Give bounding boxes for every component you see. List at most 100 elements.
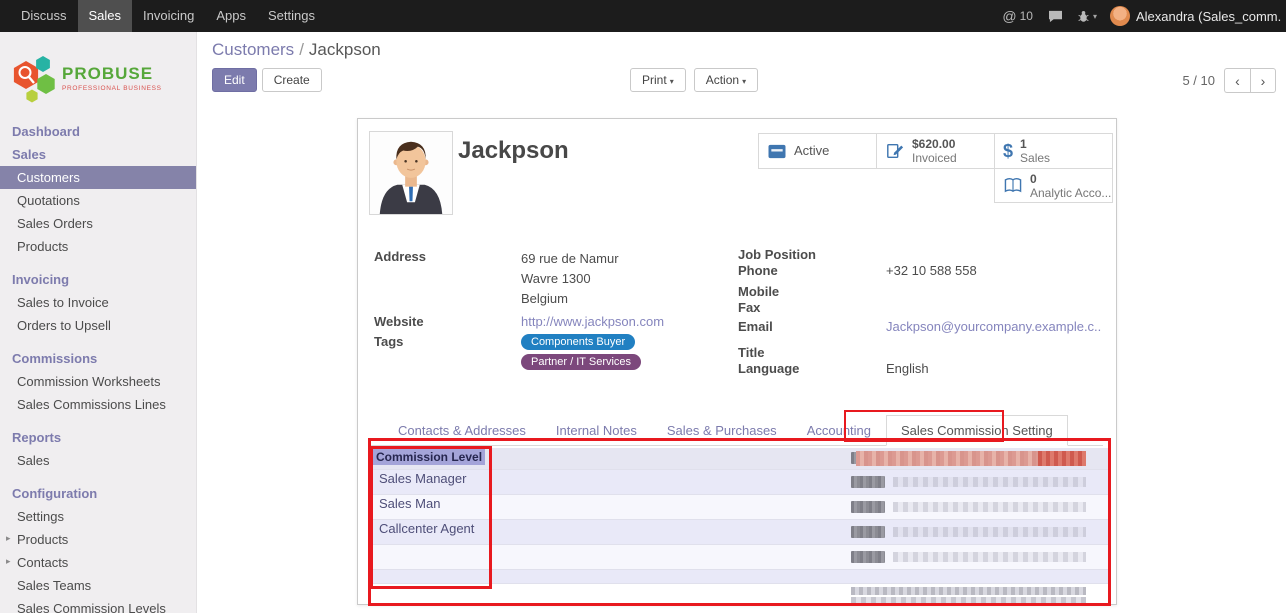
- sidebar-item-reports-sales[interactable]: Sales: [0, 449, 196, 472]
- mentions-button[interactable]: @ 10: [994, 8, 1041, 24]
- sidebar-section-sales[interactable]: Sales: [0, 143, 196, 166]
- breadcrumb-current: Jackpson: [309, 40, 381, 59]
- tag-partner-it-services[interactable]: Partner / IT Services: [521, 354, 641, 370]
- customer-avatar: [369, 131, 453, 215]
- email-label: Email: [738, 319, 886, 335]
- sidebar-section-invoicing[interactable]: Invoicing: [0, 268, 196, 291]
- debug-menu-button[interactable]: ▾: [1070, 10, 1104, 23]
- pager-next-button[interactable]: ›: [1250, 68, 1276, 93]
- topbar-right: @ 10 ▾ Alexandra (Sales_comm..: [994, 0, 1286, 32]
- commission-level-cell: Sales Manager: [373, 467, 470, 490]
- tab-internal-notes[interactable]: Internal Notes: [541, 415, 652, 445]
- fax-label: Fax: [738, 300, 886, 316]
- stat-value: 1: [1020, 137, 1050, 151]
- topbar-menu-sales[interactable]: Sales: [78, 0, 133, 32]
- redacted-region: [893, 527, 1086, 537]
- invoice-pencil-icon: [885, 142, 905, 160]
- table-row-sales-man[interactable]: Sales Man: [373, 495, 1111, 520]
- tab-contacts-addresses[interactable]: Contacts & Addresses: [383, 415, 541, 445]
- sidebar-section-commissions[interactable]: Commissions: [0, 347, 196, 370]
- breadcrumb: Customers/Jackpson: [212, 40, 381, 60]
- topbar-menu-invoicing[interactable]: Invoicing: [132, 0, 205, 32]
- address-label: Address: [374, 249, 521, 309]
- sidebar-item-config-contacts[interactable]: ▸Contacts: [0, 551, 196, 574]
- sidebar-item-sales-teams[interactable]: Sales Teams: [0, 574, 196, 597]
- table-row-sales-manager[interactable]: Sales Manager: [373, 470, 1111, 495]
- sidebar-section-reports[interactable]: Reports: [0, 426, 196, 449]
- website-label: Website: [374, 314, 521, 329]
- sidebar-item-commission-worksheets[interactable]: Commission Worksheets: [0, 370, 196, 393]
- redacted-region: [893, 477, 1086, 487]
- action-label: Action: [706, 73, 739, 87]
- messages-icon[interactable]: [1041, 10, 1070, 23]
- stat-row-2: 0 Analytic Acco...: [755, 169, 1113, 203]
- invoiced-stat-button[interactable]: $620.00 Invoiced: [876, 133, 995, 169]
- website-link[interactable]: http://www.jackpson.com: [521, 314, 664, 329]
- commission-level-header[interactable]: Commission Level: [373, 449, 485, 465]
- notebook-tabs: Contacts & Addresses Internal Notes Sale…: [371, 415, 1103, 446]
- mention-count: 10: [1020, 9, 1033, 23]
- topbar-menu-apps[interactable]: Apps: [205, 0, 257, 32]
- topbar-menu-discuss[interactable]: Discuss: [10, 0, 78, 32]
- sidebar-item-sales-commissions-lines[interactable]: Sales Commissions Lines: [0, 393, 196, 416]
- redacted-region: [851, 587, 1086, 595]
- logo-subtitle: PROFESSIONAL BUSINESS: [62, 85, 162, 92]
- logo-text: PROBUSE PROFESSIONAL BUSINESS: [62, 65, 162, 92]
- tab-accounting[interactable]: Accounting: [792, 415, 886, 445]
- topbar: Discuss Sales Invoicing Apps Settings @ …: [0, 0, 1286, 32]
- tab-sales-purchases[interactable]: Sales & Purchases: [652, 415, 792, 445]
- chevron-down-icon: ▾: [742, 77, 746, 86]
- logo-title: PROBUSE: [62, 65, 162, 83]
- at-icon: @: [1002, 8, 1016, 24]
- user-name: Alexandra (Sales_comm..: [1136, 9, 1282, 24]
- commission-level-cell: Sales Man: [373, 492, 444, 515]
- chevron-down-icon: ▾: [670, 77, 674, 86]
- expand-arrow-icon[interactable]: ▸: [6, 533, 11, 544]
- sales-stat-button[interactable]: $ 1 Sales: [994, 133, 1113, 169]
- sidebar-item-customers[interactable]: Customers: [0, 166, 196, 189]
- create-button[interactable]: Create: [262, 68, 322, 92]
- active-stat-button[interactable]: Active: [758, 133, 877, 169]
- print-dropdown-button[interactable]: Print▾: [630, 68, 686, 92]
- stat-label: Sales: [1020, 151, 1050, 165]
- topbar-menu-settings[interactable]: Settings: [257, 0, 326, 32]
- redacted-region: [893, 552, 1086, 562]
- tag-components-buyer[interactable]: Components Buyer: [521, 334, 635, 350]
- breadcrumb-customers-link[interactable]: Customers: [212, 40, 294, 59]
- action-dropdown-button[interactable]: Action▾: [694, 68, 758, 92]
- sidebar-item-orders-to-upsell[interactable]: Orders to Upsell: [0, 314, 196, 337]
- app-logo[interactable]: PROBUSE PROFESSIONAL BUSINESS: [0, 32, 196, 120]
- edit-button[interactable]: Edit: [212, 68, 257, 92]
- sidebar-item-label: Products: [17, 532, 68, 547]
- analytic-accounts-stat-button[interactable]: 0 Analytic Acco...: [994, 168, 1113, 203]
- sidebar-item-config-products[interactable]: ▸ Products: [0, 528, 196, 551]
- sidebar-section-configuration[interactable]: Configuration: [0, 482, 196, 505]
- address-street: 69 rue de Namur: [521, 249, 619, 269]
- redacted-region: [851, 597, 1086, 604]
- table-row-empty[interactable]: [373, 570, 1111, 584]
- user-avatar: [1110, 6, 1130, 26]
- sidebar-item-sales-orders[interactable]: Sales Orders: [0, 212, 196, 235]
- stat-value: $620.00: [912, 137, 957, 151]
- active-toggle-icon: [767, 143, 787, 160]
- table-row-empty[interactable]: [373, 545, 1111, 570]
- table-row-callcenter-agent[interactable]: Callcenter Agent: [373, 520, 1111, 545]
- sidebar-item-sales-commission-levels[interactable]: Sales Commission Levels: [0, 597, 196, 613]
- sidebar-nav: Dashboard Sales Customers Quotations Sal…: [0, 120, 196, 613]
- sidebar-item-quotations[interactable]: Quotations: [0, 189, 196, 212]
- sidebar-item-products[interactable]: Products: [0, 235, 196, 258]
- sidebar-item-sales-to-invoice[interactable]: Sales to Invoice: [0, 291, 196, 314]
- pager-previous-button[interactable]: ‹: [1224, 68, 1250, 93]
- commission-table-header-row: Commission Level: [373, 448, 1111, 470]
- email-link[interactable]: Jackpson@yourcompany.example.c..: [886, 319, 1101, 335]
- redacted-region: [856, 451, 1086, 466]
- sidebar-item-settings[interactable]: Settings: [0, 505, 196, 528]
- tab-sales-commission-setting[interactable]: Sales Commission Setting: [886, 415, 1068, 446]
- user-menu[interactable]: Alexandra (Sales_comm..: [1104, 6, 1282, 26]
- expand-arrow-icon[interactable]: ▸: [6, 556, 11, 567]
- dollar-icon: $: [1003, 141, 1013, 162]
- phone-label: Phone: [738, 263, 886, 279]
- sidebar-item-dashboard[interactable]: Dashboard: [0, 120, 196, 143]
- topbar-menus: Discuss Sales Invoicing Apps Settings: [0, 0, 326, 32]
- stat-label: Active: [794, 144, 829, 158]
